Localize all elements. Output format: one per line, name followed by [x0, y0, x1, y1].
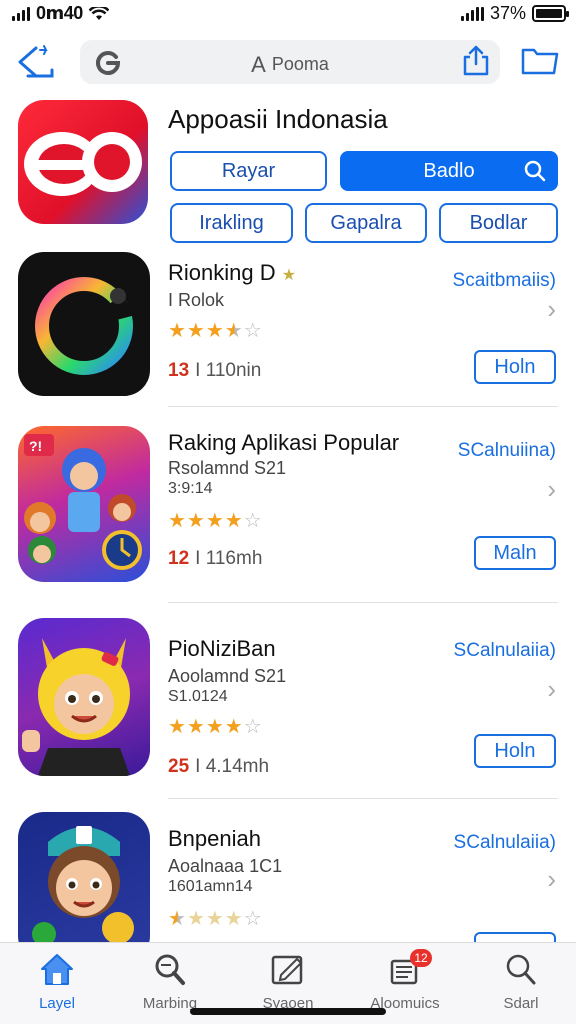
search-icon: [524, 153, 546, 201]
pill-label: Bodlar: [469, 212, 528, 234]
notification-badge: 12: [410, 949, 432, 967]
featured-app-icon[interactable]: [18, 100, 148, 224]
chevron-right-icon[interactable]: ›: [547, 294, 556, 325]
tab-layel[interactable]: Layel: [2, 951, 112, 1012]
carrier-time: 0ⅿ40: [36, 3, 83, 23]
back-icon[interactable]: [14, 42, 58, 82]
tab-aloomuics[interactable]: 12 Aloomuics: [350, 949, 460, 1012]
get-button[interactable]: Holn: [474, 350, 556, 384]
chevron-right-icon[interactable]: ›: [547, 674, 556, 705]
app-subtitle: Aoolamnd S21: [168, 666, 287, 686]
search-query: Pooma: [271, 54, 329, 74]
app-category: Scaitbmaiis): [452, 270, 556, 291]
app-category: SCalnulaiia): [453, 832, 556, 853]
app-category: SCalnulaiia): [453, 640, 556, 661]
app-size: I 116mh: [195, 548, 263, 569]
app-name: PioNiziBan: [168, 636, 276, 661]
app-icon: [18, 812, 150, 962]
app-icon: ?!: [18, 426, 150, 582]
app-subtitle: Aoalnaaa 1C1: [168, 856, 283, 876]
pill-label: Badlo: [423, 160, 475, 182]
list-item[interactable]: Rionking D ★ I Rolok ★★★★☆ 13 I 110nin Sc…: [0, 250, 576, 410]
tab-marbing[interactable]: Marbing: [115, 951, 225, 1012]
filter-pill-rayar[interactable]: Rayar: [170, 151, 327, 191]
wifi-icon: [88, 6, 109, 20]
app-size: I 4.14mh: [195, 756, 270, 777]
get-button[interactable]: Maln: [474, 536, 556, 570]
app-name: Bnpeniah: [168, 826, 261, 851]
page-title: Appoasii Indonasia: [168, 104, 388, 134]
top-bar: A Pooma: [0, 38, 576, 86]
app-icon: [18, 618, 150, 776]
app-name: Raking Aplikasi Popular: [168, 430, 400, 455]
search-tools-icon: [155, 954, 185, 985]
list-item[interactable]: PioNiziBan Aoolamnd S21 S1.0124 ★★★★☆ 25…: [0, 618, 576, 799]
app-detail: 1601amn14: [168, 878, 253, 895]
rating-stars: ★★★★☆: [168, 716, 263, 738]
divider: [168, 406, 558, 407]
chevron-right-icon[interactable]: ›: [547, 864, 556, 895]
search-field[interactable]: A Pooma: [80, 40, 500, 84]
pill-label: Rayar: [221, 160, 276, 182]
battery-icon: [532, 5, 569, 22]
list-item[interactable]: ?! Raking Aplikasi Popular Rsolamnd S21 …: [0, 426, 576, 603]
divider: [168, 798, 558, 799]
text-icon: A: [251, 52, 266, 77]
sparkle-icon: ★: [281, 267, 297, 284]
app-size: I 110nin: [195, 360, 262, 381]
svg-text:?!: ?!: [29, 438, 42, 454]
magnifier-icon: [506, 954, 536, 985]
status-bar: 0ⅿ40 37%: [0, 0, 576, 30]
list-item[interactable]: Bnpeniah Aoalnaaa 1C1 1601amn14 ★★★★☆ SC…: [0, 812, 576, 962]
app-name: Rionking D: [168, 260, 276, 285]
tab-sdarl[interactable]: Sdarl: [466, 951, 576, 1012]
filter-pill-bodlar[interactable]: Bodlar: [439, 203, 558, 243]
eo-logo-icon: [24, 132, 142, 196]
cartoon-girl-icon: [32, 826, 134, 946]
signal-icon: [12, 6, 30, 21]
rating-stars: ★★★★☆: [168, 510, 263, 532]
app-subtitle: I Rolok: [168, 290, 225, 310]
filter-pill-badlo[interactable]: Badlo: [340, 151, 558, 191]
app-icon: [18, 252, 150, 396]
pill-label: Gapalra: [330, 212, 402, 234]
folder-icon[interactable]: [520, 46, 560, 76]
pill-label: Irakling: [199, 212, 264, 234]
game-characters-icon: ?!: [24, 434, 142, 570]
camera-ring-icon: [35, 277, 133, 375]
cartoon-hero-icon: [22, 638, 130, 776]
filter-pill-gapalra[interactable]: Gapalra: [305, 203, 427, 243]
tab-label: Sdarl: [503, 995, 539, 1012]
edit-icon: [271, 955, 303, 985]
rating-stars: ★★★★☆: [168, 320, 263, 342]
home-icon: [41, 954, 73, 985]
app-detail: 3:9:14: [168, 480, 213, 497]
review-count: 25: [168, 756, 190, 777]
battery-percent: 37%: [489, 3, 526, 23]
app-detail: S1.0124: [168, 688, 228, 705]
review-count: 12: [168, 548, 190, 569]
get-button[interactable]: Holn: [474, 734, 556, 768]
chevron-right-icon[interactable]: ›: [547, 474, 556, 505]
app-subtitle: Rsolamnd S21: [168, 458, 287, 478]
divider: [168, 602, 558, 603]
signal-strength-icon: [460, 6, 484, 21]
tab-syaoen[interactable]: Syaoen: [233, 951, 343, 1012]
share-icon[interactable]: [460, 44, 492, 76]
filter-pill-irakling[interactable]: Irakling: [170, 203, 293, 243]
home-indicator[interactable]: [190, 1008, 386, 1015]
rating-stars: ★★★★☆: [168, 908, 263, 930]
tab-label: Layel: [39, 995, 75, 1012]
review-count: 13: [168, 360, 190, 381]
app-category: SCalnuiina): [457, 440, 556, 461]
